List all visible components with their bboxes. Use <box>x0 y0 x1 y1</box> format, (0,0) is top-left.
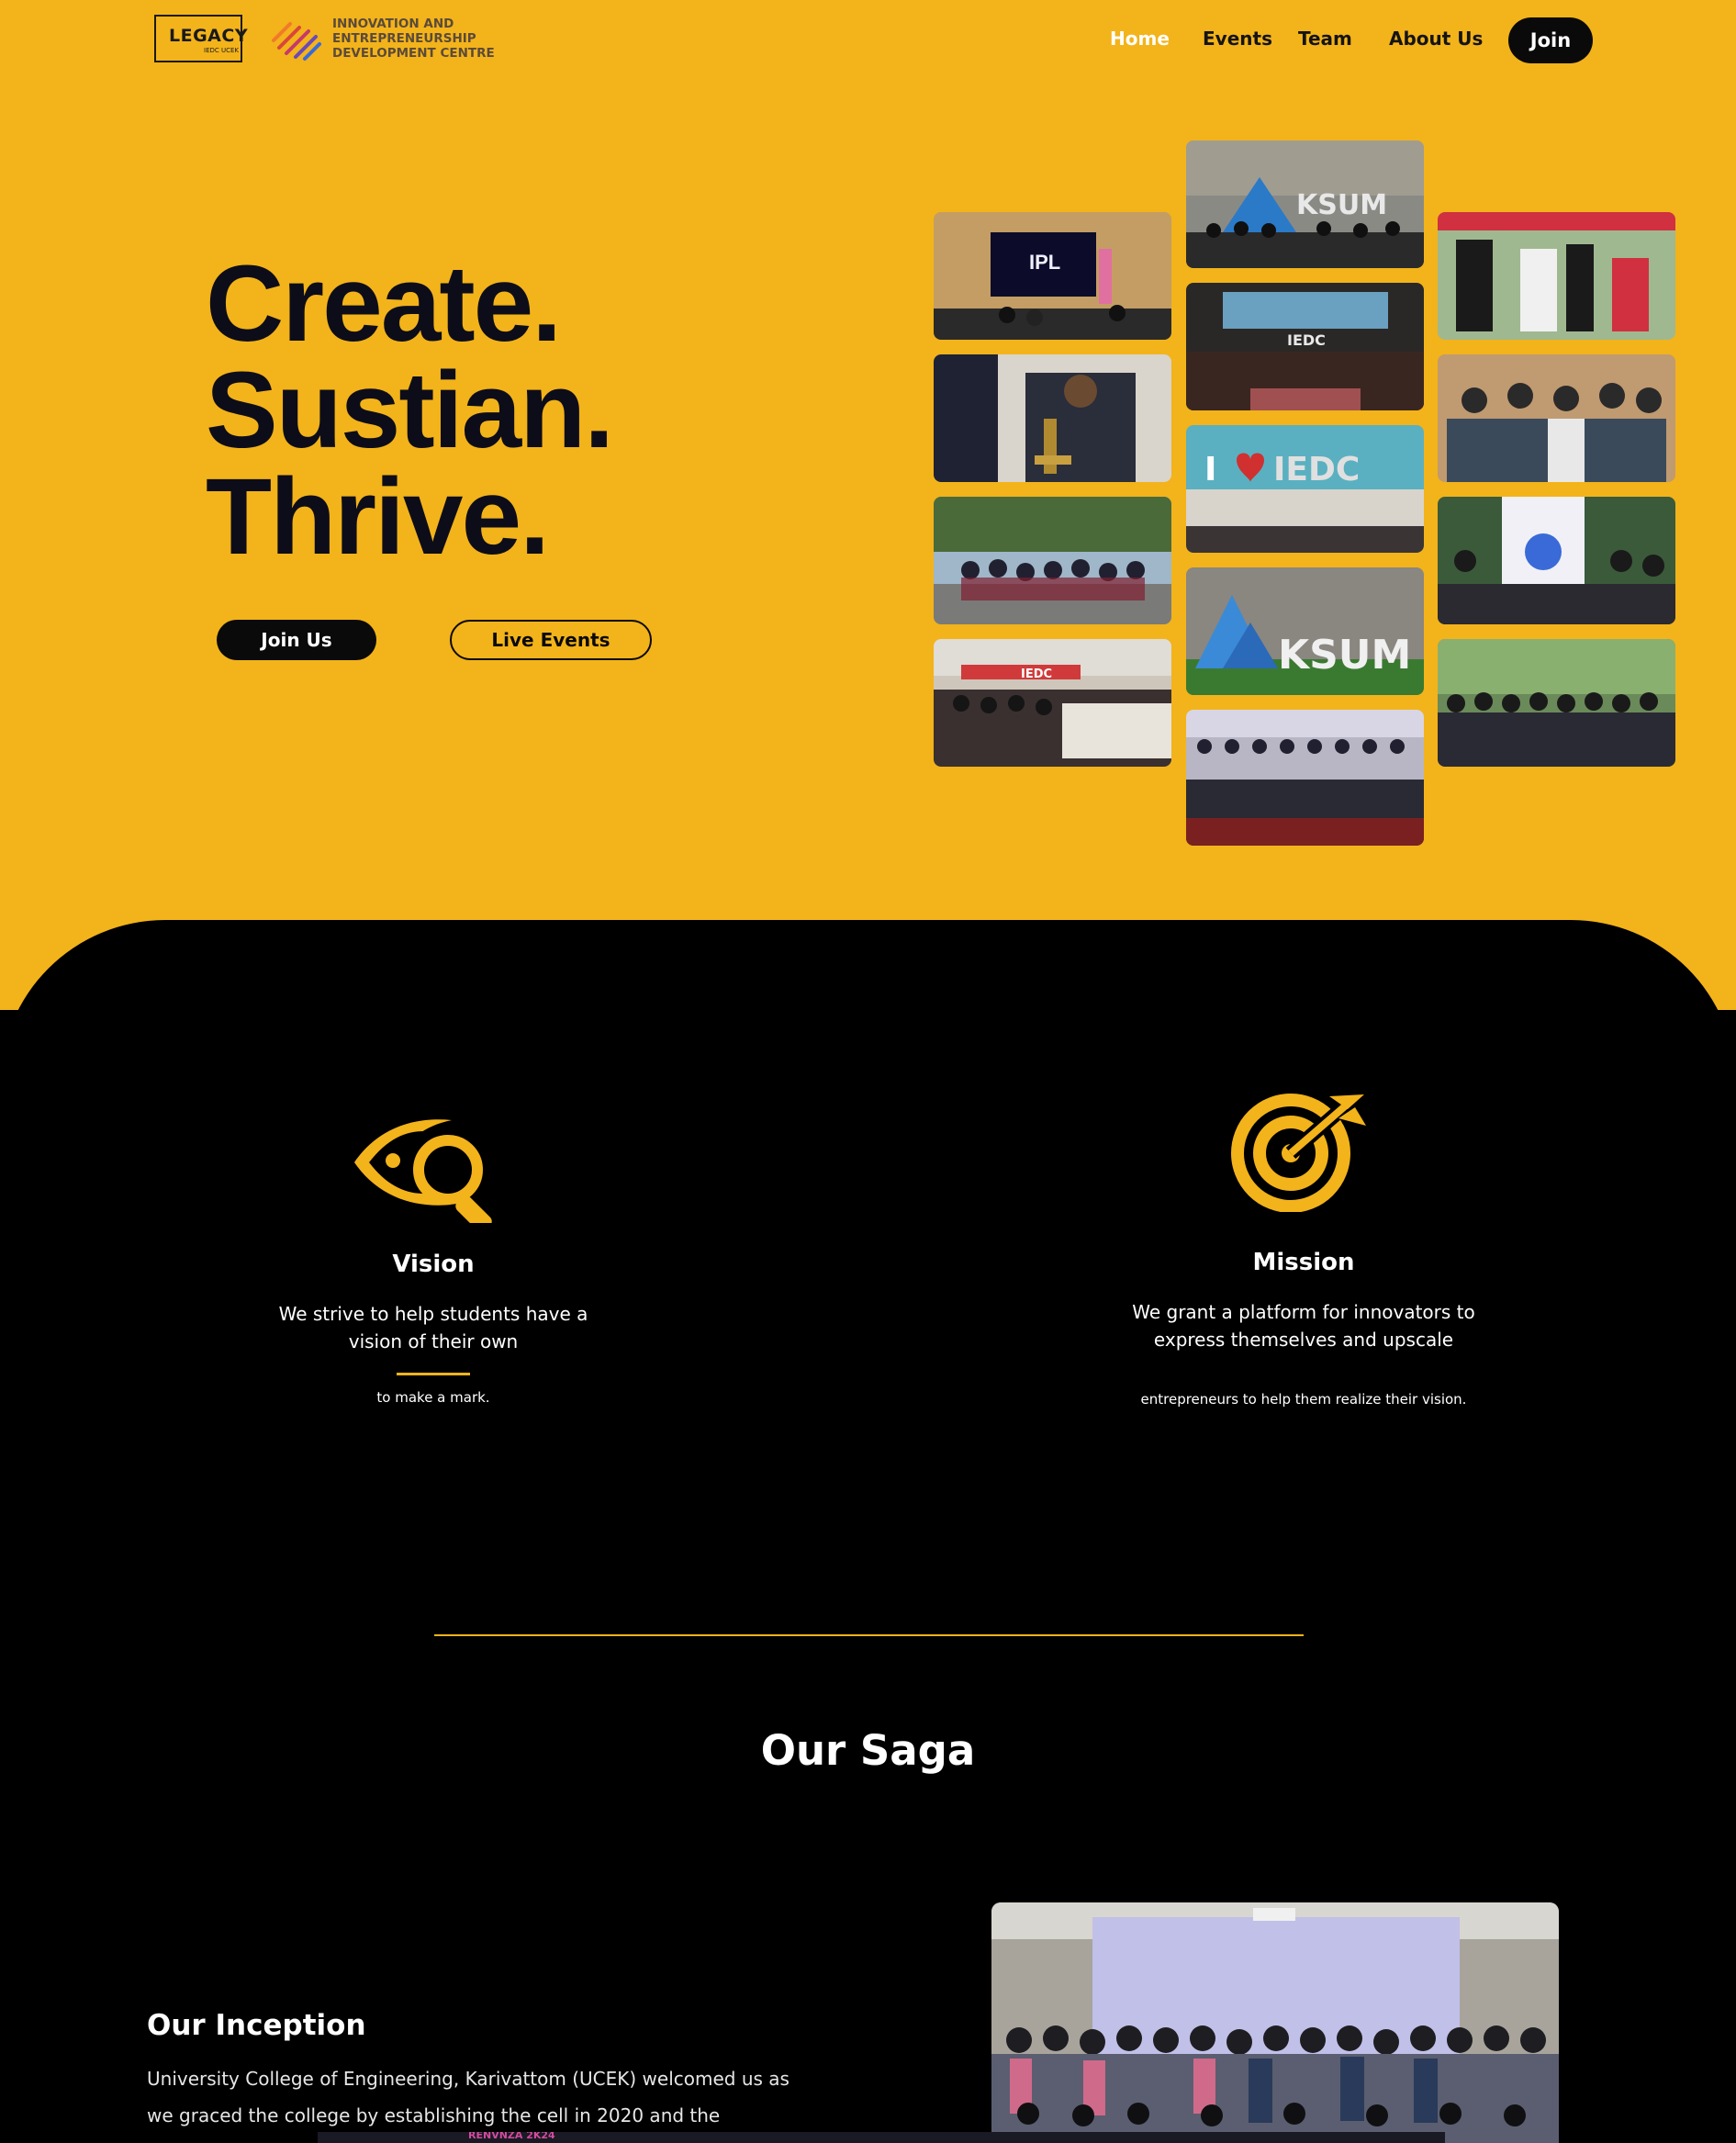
vision-small: to make a mark. <box>376 1389 490 1406</box>
bottom-banner-text: RENVNZA 2K24 <box>468 2132 555 2141</box>
mission-small: entrepreneurs to help them realize their… <box>1140 1391 1467 1408</box>
lamp-lighting-photo <box>934 354 1171 482</box>
iedc-logo-icon <box>272 22 321 61</box>
svg-text:IPL: IPL <box>1029 251 1060 274</box>
join-us-button[interactable]: Join Us <box>217 620 376 660</box>
vision-text: We strive to help students have a vision… <box>278 1303 588 1352</box>
iedc-line-2: ENTREPRENEURSHIP <box>332 31 476 46</box>
vision-divider <box>397 1373 470 1375</box>
i-love-iedc-photo: I IEDC <box>1186 425 1424 553</box>
legacy-logo[interactable]: LEGACY IEDC UCEK <box>154 15 248 62</box>
logo-main-text: LEGACY <box>169 26 249 46</box>
hero-line-create: Create. <box>206 243 562 365</box>
mission-title: Mission <box>1252 1249 1355 1276</box>
hero-line-thrive: Thrive. <box>206 456 550 578</box>
logo-sub-text: IEDC UCEK <box>204 47 240 54</box>
ksum-sign-photo: KSUM <box>1186 567 1424 695</box>
svg-text:I: I <box>1204 451 1216 488</box>
iedc-line-3: DEVELOPMENT CENTRE <box>332 46 495 61</box>
hero-line-sustian: Sustian. <box>206 350 614 471</box>
campus-group-photo <box>1438 639 1675 767</box>
eye-search-icon <box>354 1119 492 1223</box>
iedc-line-1: INNOVATION AND <box>332 17 454 31</box>
inception-title: Our Inception <box>147 2009 366 2042</box>
hall-group-photo <box>1186 710 1424 846</box>
nav-join-button[interactable]: Join <box>1508 17 1593 63</box>
svg-text:KSUM: KSUM <box>1278 632 1411 679</box>
mission-text: We grant a platform for innovators to ex… <box>1132 1301 1475 1351</box>
inception-text: University College of Engineering, Kariv… <box>147 2068 790 2126</box>
target-icon <box>1231 1094 1366 1212</box>
nav-about-us[interactable]: About Us <box>1389 28 1483 50</box>
auditorium-photo: IEDC <box>1186 283 1424 410</box>
banner-group-photo <box>1438 497 1675 624</box>
live-events-button[interactable]: Live Events <box>450 620 652 660</box>
nav-team[interactable]: Team <box>1298 28 1352 50</box>
iedc-logo-text: INNOVATION AND ENTREPRENEURSHIP DEVELOPM… <box>332 17 534 61</box>
team-photo <box>1438 354 1675 482</box>
svg-text:IEDC: IEDC <box>1287 331 1326 349</box>
nav-events[interactable]: Events <box>1203 28 1272 50</box>
classroom-iedc-photo: IEDC <box>934 639 1171 767</box>
ksum-group-photo: KSUM <box>1186 140 1424 268</box>
vision-title: Vision <box>392 1251 475 1278</box>
inception-group-photo <box>991 1902 1559 2143</box>
stall-photo <box>1438 212 1675 340</box>
saga-title: Our Saga <box>760 1726 976 1775</box>
svg-text:IEDC: IEDC <box>1273 451 1360 488</box>
nav-home[interactable]: Home <box>1110 28 1170 50</box>
svg-text:KSUM: KSUM <box>1296 189 1387 221</box>
ipl-event-photo: IPL <box>934 212 1171 340</box>
section-divider <box>434 1634 1304 1636</box>
group-outdoor-photo <box>934 497 1171 624</box>
svg-text:IEDC: IEDC <box>1021 668 1052 681</box>
bottom-banner-bar[interactable]: RENVNZA 2K24 <box>318 2132 1445 2143</box>
